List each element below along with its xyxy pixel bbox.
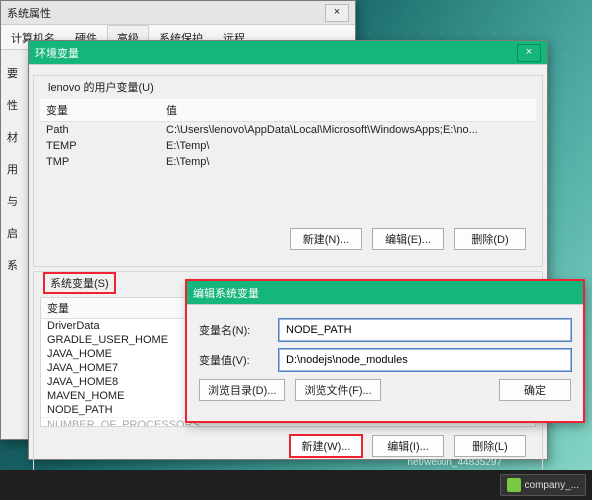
env-title: 环境变量 (35, 45, 79, 61)
user-vars-group: lenovo 的用户变量(U) 变量值 PathC:\Users\lenovo\… (33, 75, 543, 267)
sys-edit-button[interactable]: 编辑(I)... (372, 435, 444, 457)
edit-titlebar[interactable]: 编辑系统变量 (187, 281, 583, 305)
edit-title: 编辑系统变量 (193, 285, 259, 301)
sys-titlebar[interactable]: 系统属性 × (1, 1, 355, 25)
taskbar-item[interactable]: company_... (500, 474, 586, 496)
table-row[interactable]: TEMPE:\Temp\ (40, 138, 536, 154)
var-name-row: 变量名(N): (199, 319, 571, 341)
var-value-label: 变量值(V): (199, 352, 269, 368)
sys-vars-label: 系统变量(S) (44, 273, 115, 293)
user-delete-button[interactable]: 删除(D) (454, 228, 526, 250)
sys-title: 系统属性 (7, 5, 51, 21)
col-variable: 变量 (40, 99, 160, 122)
table-row[interactable]: PathC:\Users\lenovo\AppData\Local\Micros… (40, 122, 536, 139)
sys-delete-button[interactable]: 删除(L) (454, 435, 526, 457)
user-vars-buttons: 新建(N)... 编辑(E)... 删除(D) (40, 220, 536, 258)
browse-dir-button[interactable]: 浏览目录(D)... (199, 379, 285, 401)
edit-ok-button[interactable]: 确定 (499, 379, 571, 401)
edit-system-variable-dialog: 编辑系统变量 变量名(N): 变量值(V): 浏览目录(D)... 浏览文件(F… (186, 280, 584, 422)
sys-left-edge-text: 要性材 用与启 系 (7, 49, 25, 289)
sys-new-button[interactable]: 新建(W)... (290, 435, 362, 457)
var-value-row: 变量值(V): (199, 349, 571, 371)
var-name-input[interactable] (279, 319, 571, 341)
table-row[interactable]: TMPE:\Temp\ (40, 154, 536, 170)
sys-close-icon[interactable]: × (325, 4, 349, 22)
watermark-url: net/weixin_44835297 (407, 457, 502, 468)
env-titlebar[interactable]: 环境变量 × (29, 41, 547, 65)
col-value: 值 (160, 99, 536, 122)
taskbar[interactable]: company_... (0, 470, 592, 500)
user-edit-button[interactable]: 编辑(E)... (372, 228, 444, 250)
user-vars-label: lenovo 的用户变量(U) (44, 79, 158, 95)
var-name-label: 变量名(N): (199, 322, 269, 338)
app-icon (507, 478, 521, 492)
var-value-input[interactable] (279, 349, 571, 371)
taskbar-item-label: company_... (525, 480, 579, 491)
user-new-button[interactable]: 新建(N)... (290, 228, 362, 250)
env-close-icon[interactable]: × (517, 44, 541, 62)
user-vars-table[interactable]: 变量值 PathC:\Users\lenovo\AppData\Local\Mi… (40, 99, 536, 220)
browse-file-button[interactable]: 浏览文件(F)... (295, 379, 380, 401)
